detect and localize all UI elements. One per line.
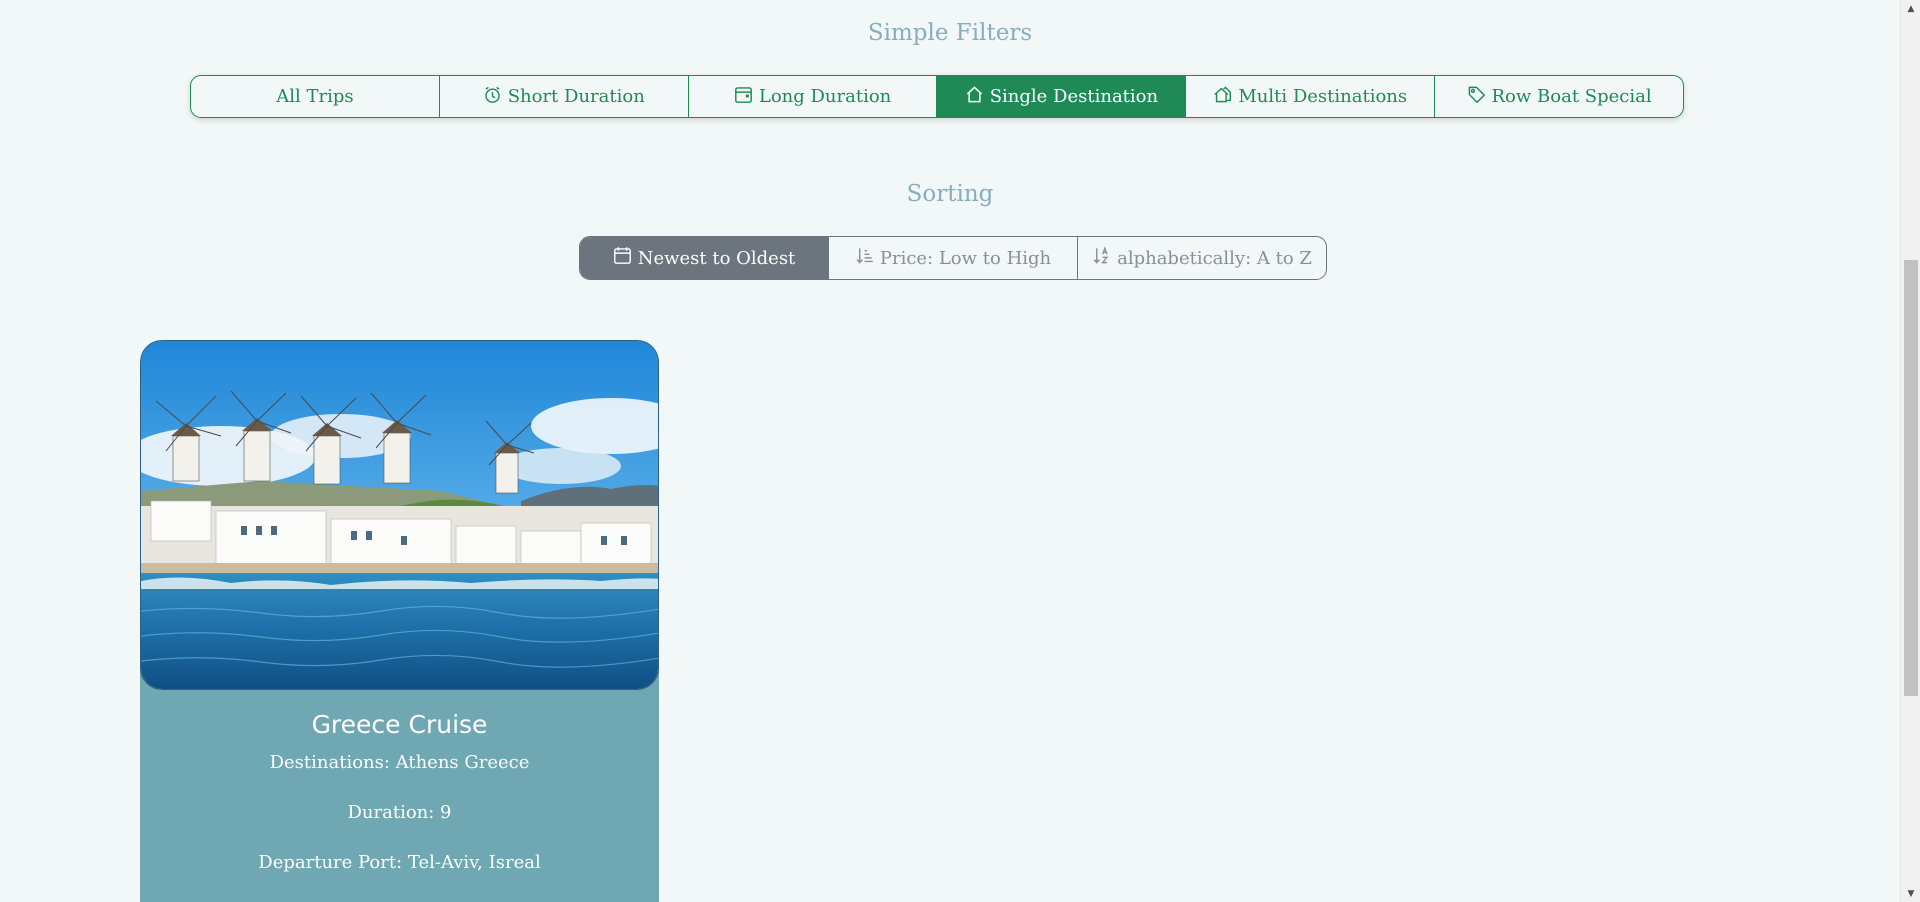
filter-short-duration-button[interactable]: Short Duration [440, 76, 689, 117]
sort-label: Newest to Oldest [637, 247, 796, 269]
filter-single-destination-button[interactable]: Single Destination [937, 76, 1187, 117]
scroll-down-arrow-icon[interactable]: ▼ [1901, 885, 1920, 902]
filter-label: Short Duration [507, 86, 645, 107]
sort-alpha-down-icon [1092, 246, 1111, 270]
filter-label: Single Destination [989, 86, 1159, 107]
sort-numeric-down-icon [855, 246, 874, 270]
vertical-scrollbar[interactable]: ▲ ▼ [1900, 0, 1920, 902]
filter-label: Multi Destinations [1238, 86, 1408, 107]
filter-label: All Trips [276, 86, 354, 107]
house-icon [965, 85, 984, 109]
windmills-photo [141, 341, 658, 689]
trip-card-departure-port: Departure Port: Tel-Aviv, Isreal [258, 852, 541, 873]
sort-alphabetically-button[interactable]: alphabetically: A to Z [1078, 237, 1326, 279]
trip-card-destinations: Destinations: Athens Greece [269, 752, 530, 773]
sort-label: Price: Low to High [879, 247, 1052, 269]
scrollbar-thumb[interactable] [1904, 260, 1918, 696]
trip-card-image [140, 340, 659, 690]
filter-row-boat-special-button[interactable]: Row Boat Special [1435, 76, 1683, 117]
calendar-icon [613, 246, 632, 270]
alarm-clock-icon [483, 85, 502, 109]
calendar-icon [734, 85, 753, 109]
trip-card-title: Greece Cruise [311, 710, 488, 739]
sort-newest-to-oldest-button[interactable]: Newest to Oldest [580, 237, 829, 279]
trip-card[interactable]: Greece Cruise Destinations: Athens Greec… [140, 340, 659, 902]
houses-icon [1213, 85, 1232, 109]
tag-icon [1467, 85, 1486, 109]
filter-multi-destinations-button[interactable]: Multi Destinations [1186, 76, 1436, 117]
scroll-up-arrow-icon[interactable]: ▲ [1901, 0, 1920, 17]
sort-price-low-to-high-button[interactable]: Price: Low to High [829, 237, 1078, 279]
sort-label: alphabetically: A to Z [1117, 247, 1312, 269]
filter-label: Row Boat Special [1491, 86, 1652, 107]
filter-label: Long Duration [758, 86, 892, 107]
filter-long-duration-button[interactable]: Long Duration [689, 76, 938, 117]
filters-button-group: All Trips Short Duration Long Duration S… [190, 75, 1684, 118]
page: Simple Filters All Trips Short Duration … [0, 0, 1920, 902]
sorting-title: Sorting [906, 181, 994, 207]
trip-card-duration: Duration: 9 [347, 802, 452, 823]
filters-title: Simple Filters [867, 20, 1033, 46]
sorting-button-group: Newest to Oldest Price: Low to High alph… [579, 236, 1327, 280]
filter-all-trips-button[interactable]: All Trips [191, 76, 440, 117]
